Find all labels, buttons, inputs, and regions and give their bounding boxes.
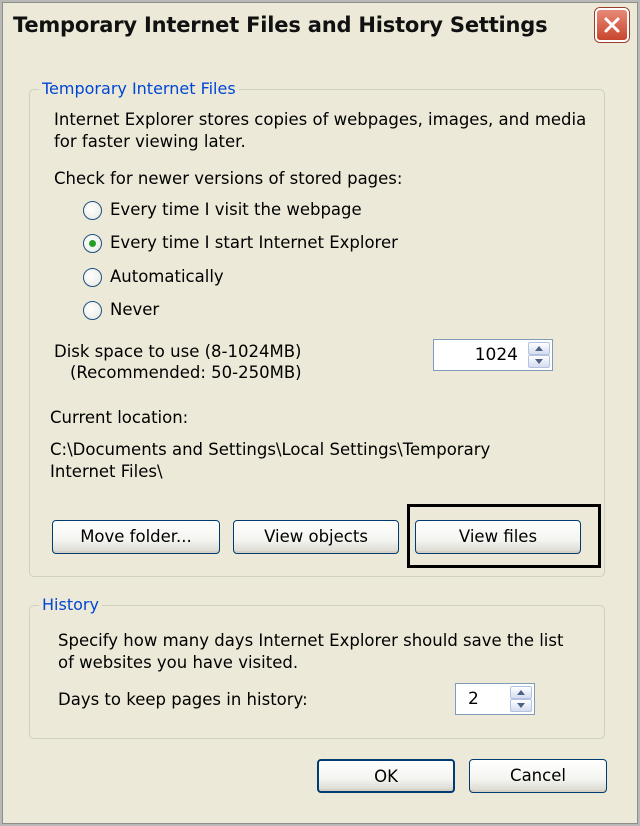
current-location-label: Current location: bbox=[50, 408, 189, 427]
close-x-icon bbox=[604, 17, 620, 33]
temp-files-description-1: Internet Explorer stores copies of webpa… bbox=[54, 110, 587, 129]
cancel-button[interactable]: Cancel bbox=[469, 759, 607, 793]
check-newer-label: Check for newer versions of stored pages… bbox=[54, 169, 403, 188]
settings-dialog: Temporary Internet Files and History Set… bbox=[2, 2, 638, 824]
disk-space-spin-buttons bbox=[528, 342, 550, 368]
history-description-1: Specify how many days Internet Explorer … bbox=[58, 631, 564, 650]
spin-up-arrow-icon[interactable] bbox=[528, 342, 550, 355]
current-location-path-1: C:\Documents and Settings\Local Settings… bbox=[50, 440, 491, 459]
days-to-keep-label: Days to keep pages in history: bbox=[58, 690, 308, 709]
spin-down-arrow-icon[interactable] bbox=[528, 355, 550, 368]
dialog-title: Temporary Internet Files and History Set… bbox=[13, 13, 548, 37]
view-files-highlight bbox=[407, 504, 601, 568]
disk-space-spinner[interactable]: 1024 bbox=[433, 339, 553, 371]
spin-up-arrow-icon[interactable] bbox=[510, 686, 532, 699]
radio-button[interactable] bbox=[83, 268, 102, 287]
days-to-keep-spinner[interactable]: 2 bbox=[455, 683, 535, 715]
radio-label: Every time I start Internet Explorer bbox=[110, 233, 398, 252]
radio-button-selected[interactable] bbox=[83, 234, 102, 253]
close-button[interactable] bbox=[595, 8, 629, 42]
history-description-2: of websites you have visited. bbox=[58, 653, 299, 672]
ok-button[interactable]: OK bbox=[317, 759, 455, 793]
radio-button[interactable] bbox=[83, 201, 102, 220]
radio-label: Every time I visit the webpage bbox=[110, 200, 362, 219]
temp-files-description-2: for faster viewing later. bbox=[54, 132, 246, 151]
move-folder-button[interactable]: Move folder... bbox=[52, 520, 220, 554]
history-legend: History bbox=[39, 595, 102, 614]
temp-files-legend: Temporary Internet Files bbox=[39, 79, 239, 98]
radio-label: Automatically bbox=[110, 267, 224, 286]
current-location-path-2: Internet Files\ bbox=[50, 462, 163, 481]
disk-space-label: Disk space to use (8-1024MB) bbox=[54, 342, 302, 361]
spin-down-arrow-icon[interactable] bbox=[510, 699, 532, 712]
days-spin-buttons bbox=[510, 686, 532, 712]
disk-space-recommended: (Recommended: 50-250MB) bbox=[70, 363, 302, 382]
view-objects-button[interactable]: View objects bbox=[233, 520, 399, 554]
radio-button[interactable] bbox=[83, 301, 102, 320]
days-to-keep-value[interactable]: 2 bbox=[468, 689, 479, 709]
disk-space-value[interactable]: 1024 bbox=[475, 345, 518, 365]
radio-label: Never bbox=[110, 300, 160, 319]
